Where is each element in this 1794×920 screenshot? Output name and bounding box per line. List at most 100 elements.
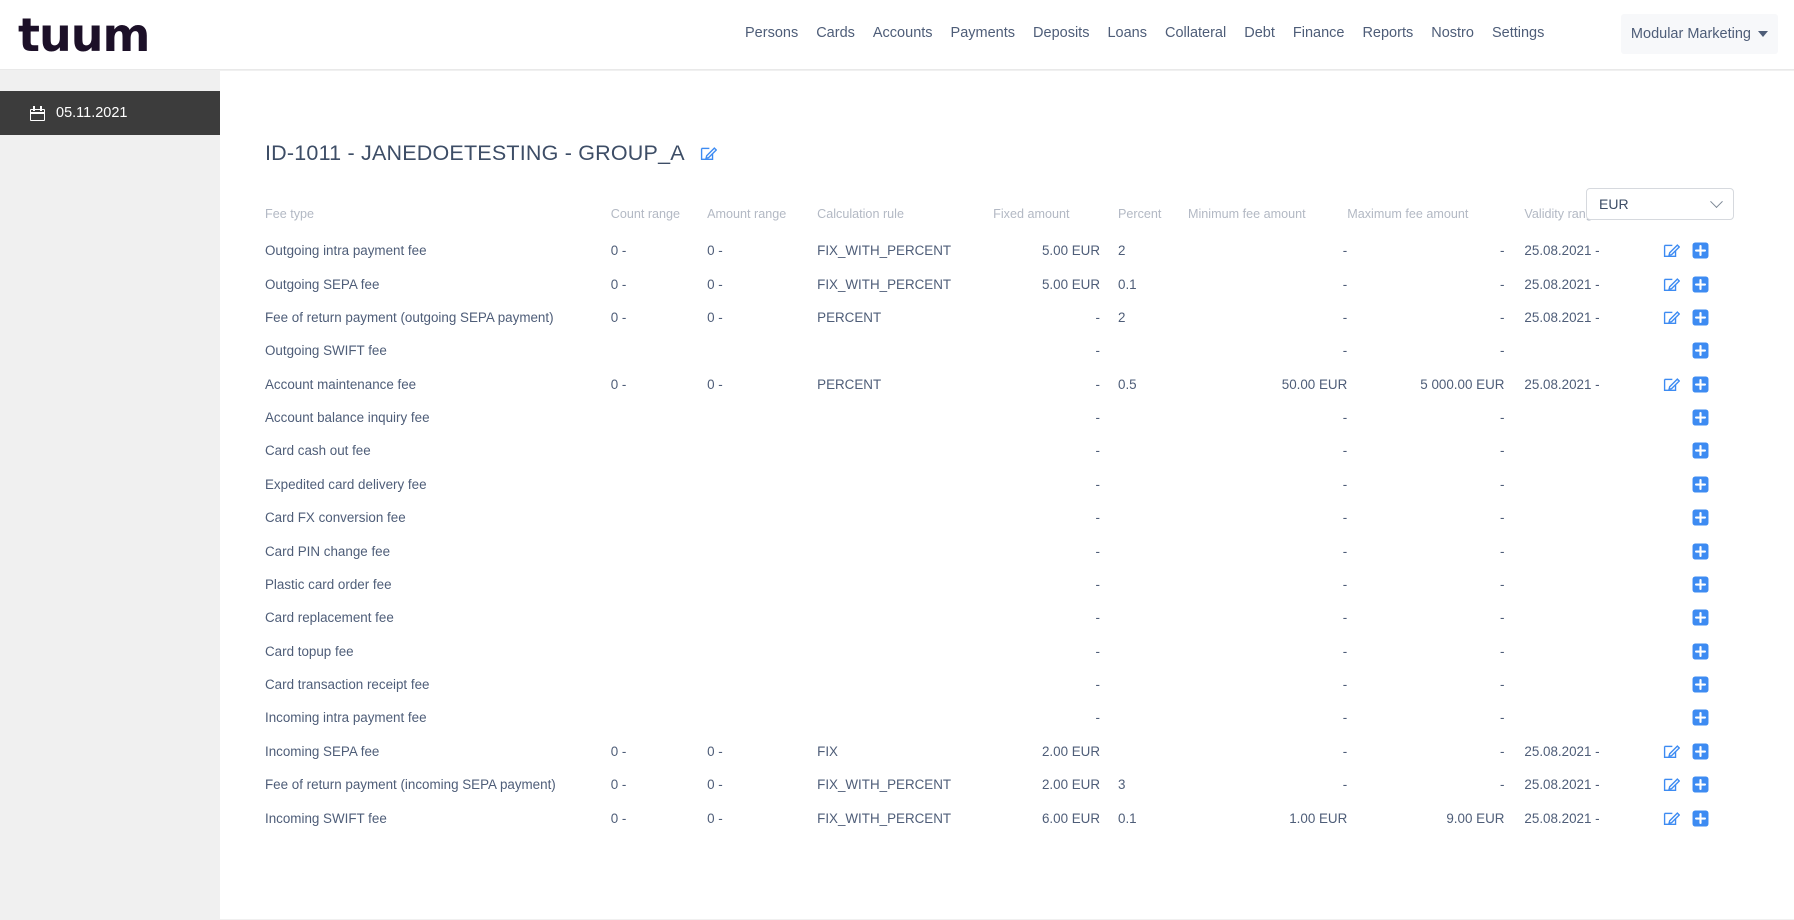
plus-square-icon[interactable] — [1692, 442, 1709, 459]
cell-actions — [1641, 701, 1735, 734]
cell-maximum-fee-amount: - — [1499, 743, 1505, 759]
edit-pencil-square-icon[interactable] — [1663, 810, 1680, 827]
plus-square-icon[interactable] — [1692, 242, 1709, 259]
cell-validity-range — [1504, 534, 1640, 567]
cell-maximum-fee-amount: 5 000.00 EUR — [1420, 376, 1505, 392]
edit-icon-placeholder — [1663, 543, 1680, 560]
cell-fee-type: Outgoing SWIFT fee — [265, 343, 387, 359]
currency-select[interactable]: EUR — [1586, 188, 1734, 220]
plus-square-icon[interactable] — [1692, 609, 1709, 626]
cell-amount-range — [707, 434, 817, 467]
nav-item-settings[interactable]: Settings — [1483, 25, 1553, 41]
cell-calculation-rule — [817, 501, 993, 534]
nav-item-nostro[interactable]: Nostro — [1422, 25, 1483, 41]
user-account-menu[interactable]: Modular Marketing — [1620, 14, 1778, 54]
plus-square-icon[interactable] — [1692, 309, 1709, 326]
edit-pencil-square-icon[interactable] — [700, 145, 717, 162]
plus-square-icon[interactable] — [1692, 810, 1709, 827]
plus-square-icon[interactable] — [1692, 776, 1709, 793]
edit-pencil-square-icon[interactable] — [1663, 242, 1680, 259]
fees-table-body: Outgoing intra payment fee 0 - 0 - FIX_WITH… — [265, 234, 1735, 835]
table-row: Expedited card delivery fee - - - — [265, 468, 1735, 501]
cell-calculation-rule — [817, 568, 993, 601]
nav-item-collateral[interactable]: Collateral — [1156, 25, 1235, 41]
plus-square-icon[interactable] — [1692, 709, 1709, 726]
plus-square-icon[interactable] — [1692, 376, 1709, 393]
cell-fixed-amount: 5.00 EUR — [1041, 243, 1101, 259]
plus-square-icon[interactable] — [1692, 543, 1709, 560]
edit-pencil-square-icon[interactable] — [1663, 776, 1680, 793]
table-row: Card cash out fee - - - — [265, 434, 1735, 467]
row-actions — [1663, 743, 1735, 760]
plus-square-icon[interactable] — [1692, 643, 1709, 660]
edit-pencil-square-icon[interactable] — [1663, 309, 1680, 326]
cell-maximum-fee-amount: - — [1499, 243, 1505, 259]
plus-square-icon[interactable] — [1692, 342, 1709, 359]
row-actions — [1663, 342, 1735, 359]
plus-square-icon[interactable] — [1692, 743, 1709, 760]
nav-item-payments[interactable]: Payments — [942, 25, 1024, 41]
table-row: Card topup fee - - - — [265, 635, 1735, 668]
cell-fixed-amount: - — [1095, 376, 1101, 392]
row-actions — [1663, 442, 1735, 459]
edit-icon-placeholder — [1663, 643, 1680, 660]
nav-item-finance[interactable]: Finance — [1284, 25, 1354, 41]
edit-pencil-square-icon[interactable] — [1663, 376, 1680, 393]
nav-item-deposits[interactable]: Deposits — [1024, 25, 1098, 41]
cell-maximum-fee-amount: - — [1499, 610, 1505, 626]
cell-count-range: 0 - — [610, 243, 627, 259]
plus-square-icon[interactable] — [1692, 276, 1709, 293]
cell-fee-type: Fee of return payment (outgoing SEPA pay… — [265, 309, 554, 325]
cell-maximum-fee-amount: - — [1499, 710, 1505, 726]
currency-select-value: EUR — [1599, 196, 1629, 212]
cell-fee-type: Fee of return payment (incoming SEPA pay… — [265, 777, 556, 793]
cell-validity-range — [1504, 635, 1640, 668]
row-actions — [1663, 309, 1735, 326]
edit-pencil-square-icon[interactable] — [1663, 276, 1680, 293]
cell-fee-type: Card replacement fee — [265, 610, 394, 626]
cell-actions — [1641, 468, 1735, 501]
cell-count-range — [611, 701, 707, 734]
cell-actions — [1641, 401, 1735, 434]
plus-square-icon[interactable] — [1692, 576, 1709, 593]
cell-calculation-rule: FIX — [817, 743, 838, 759]
nav-item-accounts[interactable]: Accounts — [864, 25, 942, 41]
cell-validity-range — [1504, 501, 1640, 534]
cell-count-range — [611, 501, 707, 534]
cell-calculation-rule: FIX_WITH_PERCENT — [817, 243, 952, 259]
cell-maximum-fee-amount: - — [1499, 677, 1505, 693]
nav-item-debt[interactable]: Debt — [1235, 25, 1284, 41]
col-header-fixed-amount: Fixed amount — [993, 207, 1070, 221]
plus-square-icon[interactable] — [1692, 409, 1709, 426]
sidebar-item-date[interactable]: 05.11.2021 — [0, 91, 220, 135]
cell-fixed-amount: - — [1095, 677, 1101, 693]
cell-calculation-rule: PERCENT — [817, 309, 882, 325]
cell-calculation-rule: FIX_WITH_PERCENT — [817, 276, 952, 292]
table-row: Outgoing intra payment fee 0 - 0 - FIX_WITH… — [265, 234, 1735, 267]
cell-validity-range — [1504, 334, 1640, 367]
cell-minimum-fee-amount: - — [1342, 576, 1348, 592]
cell-maximum-fee-amount: - — [1499, 343, 1505, 359]
edit-pencil-square-icon[interactable] — [1663, 743, 1680, 760]
plus-square-icon[interactable] — [1692, 676, 1709, 693]
nav-item-reports[interactable]: Reports — [1353, 25, 1422, 41]
tuum-logo[interactable]: tuum — [18, 12, 218, 58]
cell-fixed-amount: - — [1095, 576, 1101, 592]
plus-square-icon[interactable] — [1692, 476, 1709, 493]
nav-item-loans[interactable]: Loans — [1098, 25, 1156, 41]
cell-amount-range — [707, 701, 817, 734]
edit-icon-placeholder — [1663, 676, 1680, 693]
cell-validity-range — [1504, 601, 1640, 634]
cell-calculation-rule — [817, 601, 993, 634]
cell-actions — [1641, 568, 1735, 601]
edit-icon-placeholder — [1663, 476, 1680, 493]
plus-square-icon[interactable] — [1692, 509, 1709, 526]
cell-percent — [1100, 701, 1188, 734]
row-actions — [1663, 376, 1735, 393]
nav-item-cards[interactable]: Cards — [807, 25, 864, 41]
nav-item-persons[interactable]: Persons — [736, 25, 807, 41]
cell-calculation-rule — [817, 534, 993, 567]
cell-calculation-rule — [817, 434, 993, 467]
cell-validity-range: 25.08.2021 - — [1524, 376, 1600, 392]
caret-down-icon — [1758, 31, 1768, 37]
